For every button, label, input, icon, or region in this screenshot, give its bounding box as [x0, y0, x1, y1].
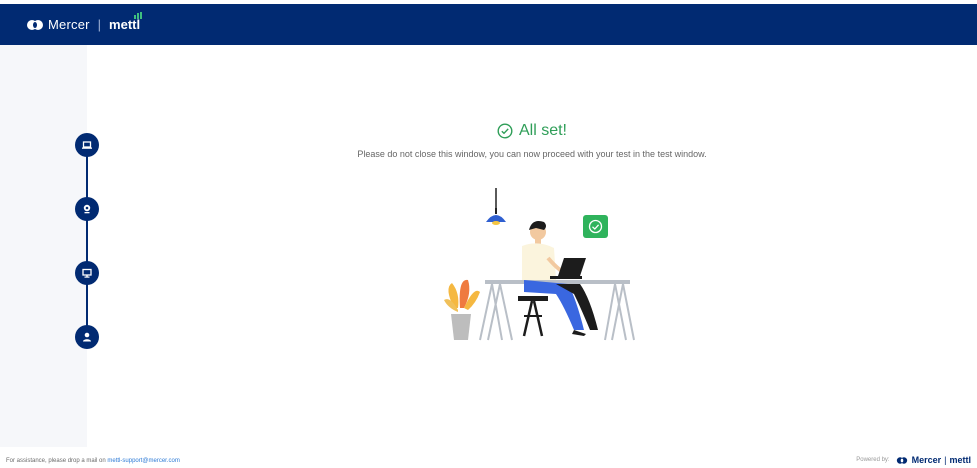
- top-header: Mercer | mettl: [0, 4, 977, 45]
- steps-sidebar: [0, 45, 87, 447]
- status-title-row: All set!: [87, 122, 977, 140]
- brand-mercer: Mercer: [48, 17, 90, 32]
- mercer-logo-small-icon: [896, 456, 907, 464]
- footer-powered-by: Powered by: Mercer | mettl: [856, 455, 971, 465]
- support-email-link[interactable]: mettl-support@mercer.com: [107, 458, 179, 464]
- assistance-text: For assistance, please drop a mail on: [6, 458, 106, 464]
- brand-mettl: mettl: [109, 12, 143, 32]
- brand-logo: Mercer | mettl: [26, 12, 143, 32]
- person-at-desk-illustration: [444, 188, 635, 341]
- brand-mettl-label: mettl: [109, 17, 141, 32]
- powered-mercer: Mercer: [911, 455, 942, 465]
- powered-separator: |: [944, 455, 947, 465]
- check-circle-icon: [497, 123, 513, 139]
- status-message: Please do not close this window, you can…: [357, 149, 707, 159]
- mettl-bars-icon: [134, 12, 143, 19]
- page-title: All set!: [518, 122, 567, 139]
- powered-mettl: mettl: [949, 455, 971, 465]
- powered-by-label: Powered by:: [856, 457, 890, 463]
- mercer-logo-icon: [27, 19, 43, 30]
- main-content: All set! Please do not close this window…: [87, 45, 977, 447]
- brand-separator: |: [97, 17, 102, 32]
- footer-assistance: For assistance, please drop a mail on me…: [6, 458, 180, 464]
